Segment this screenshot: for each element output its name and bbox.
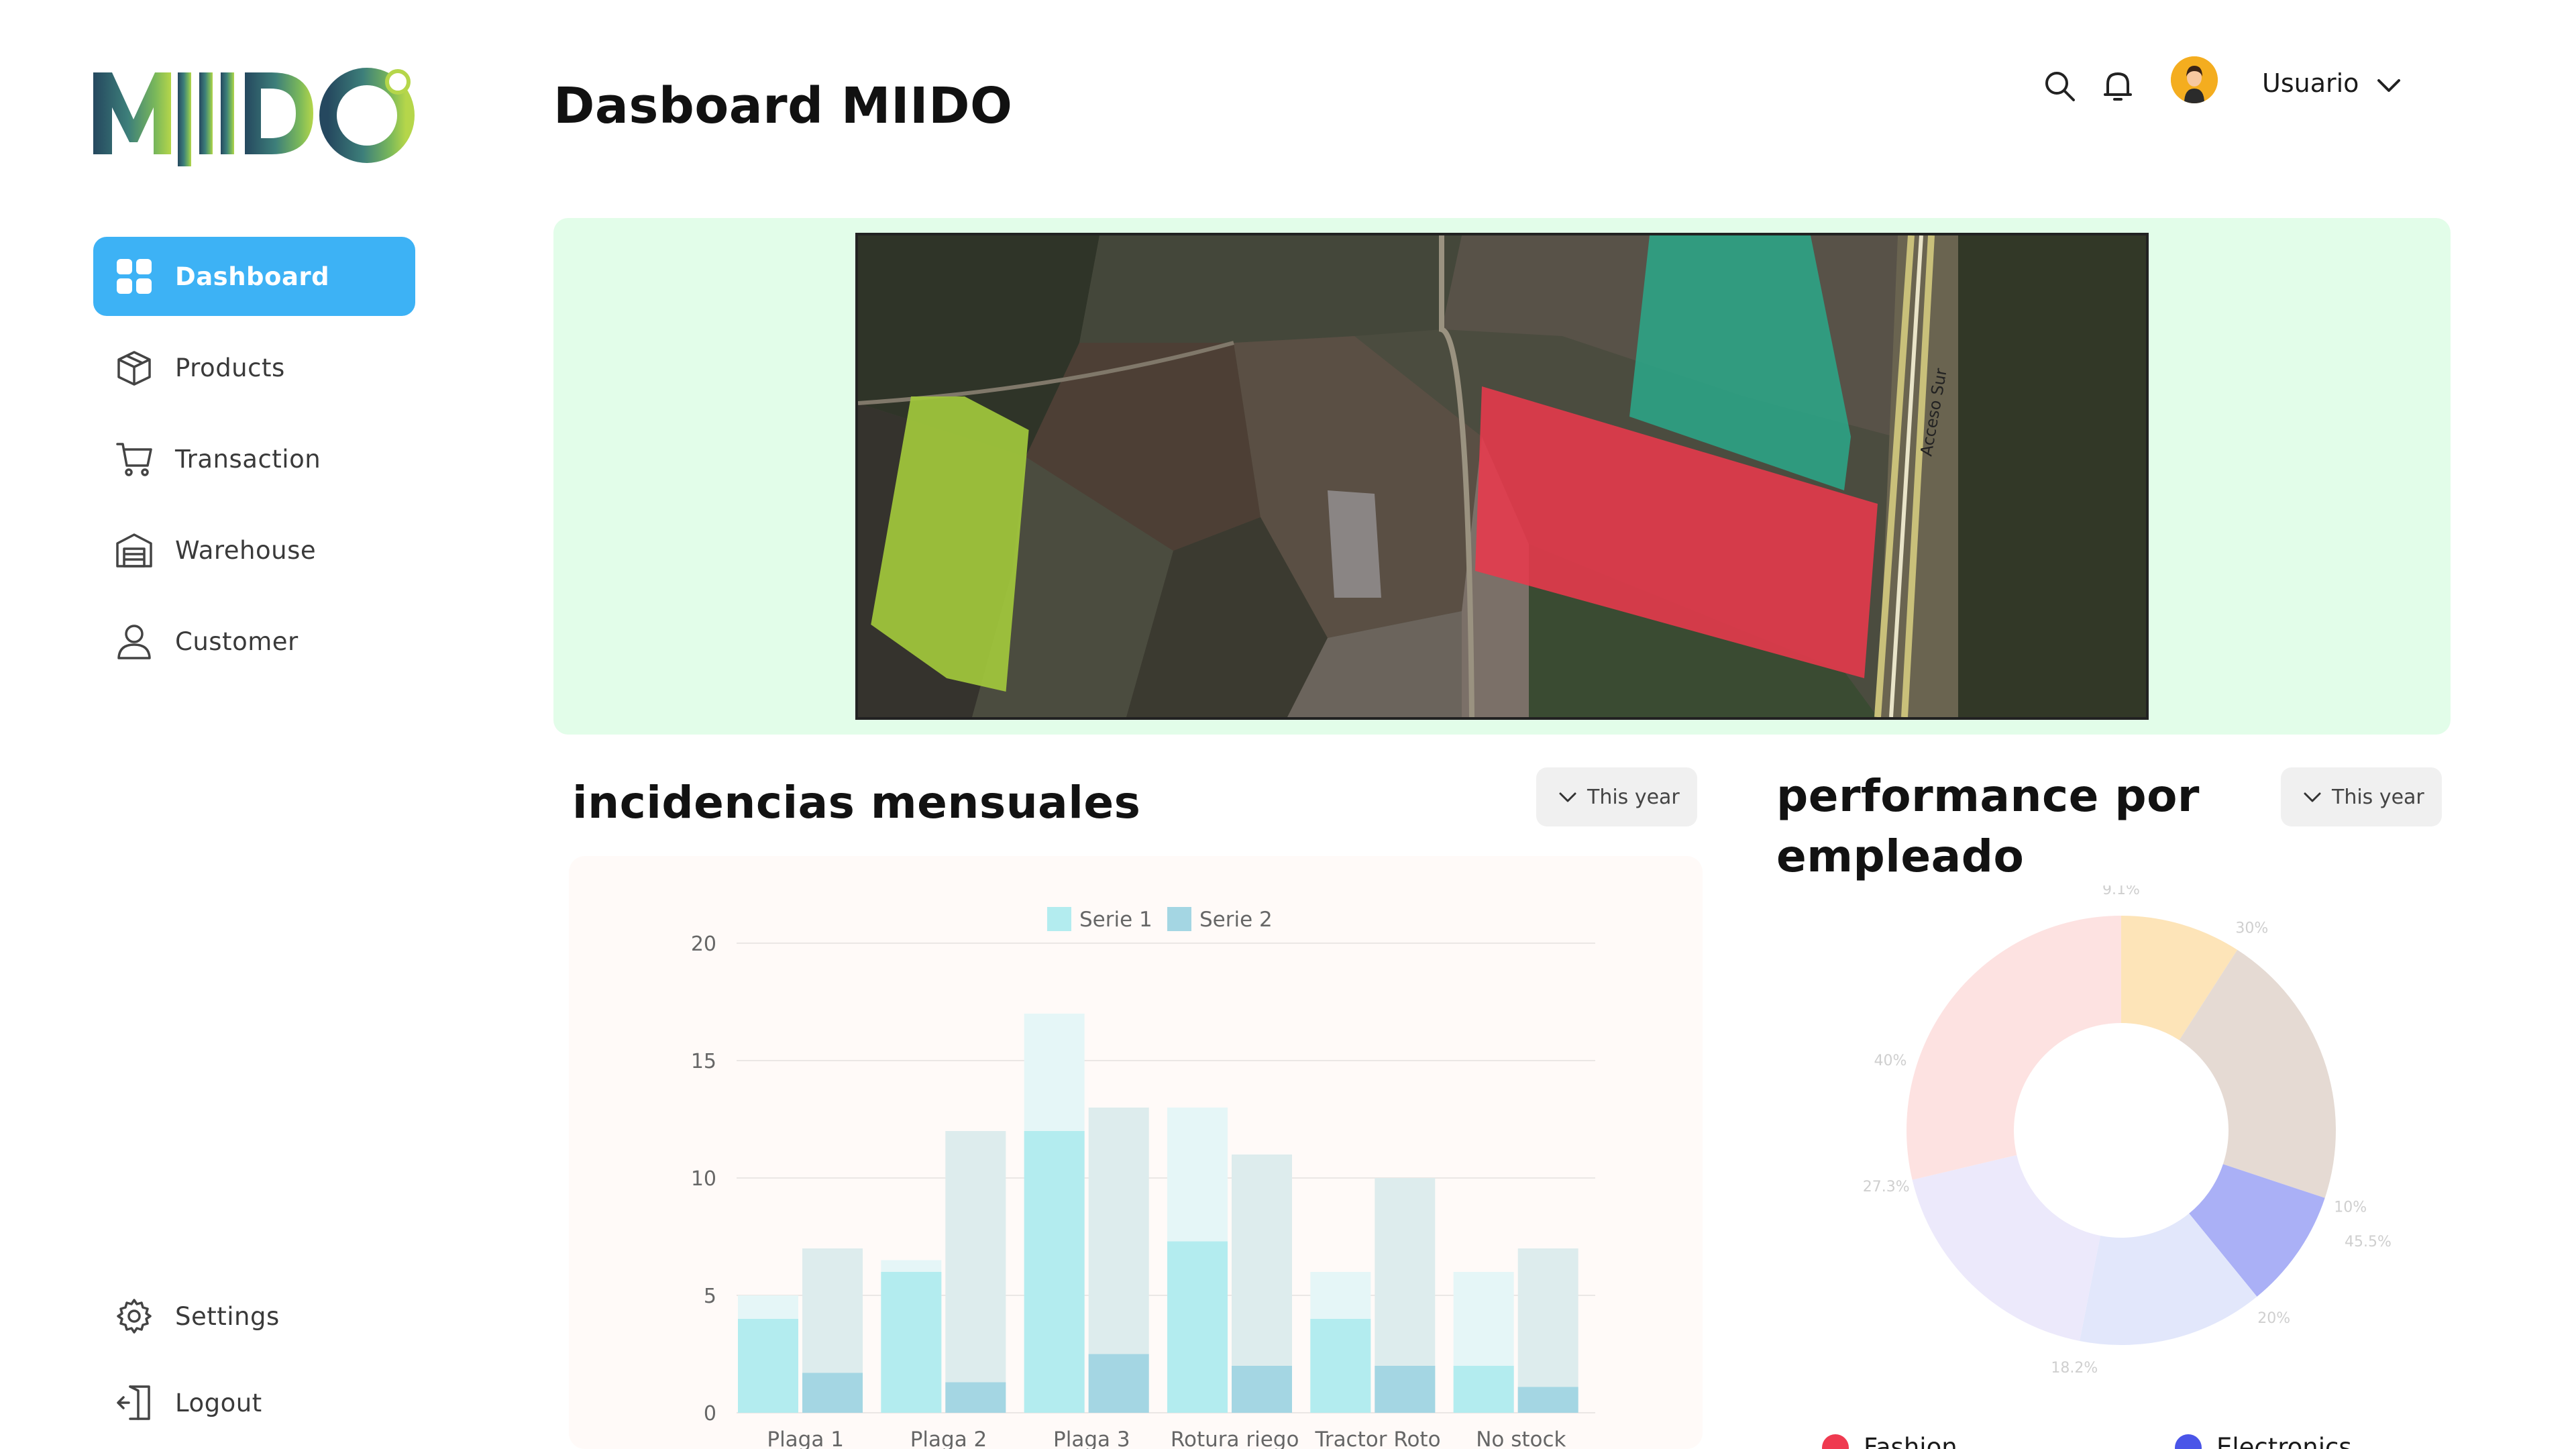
sidebar-item-label: Settings <box>175 1301 280 1331</box>
bar[interactable] <box>1310 1319 1371 1413</box>
chevron-down-icon <box>2304 792 2321 802</box>
legend-label: Electronics <box>2216 1433 2352 1449</box>
legend-label: Serie 2 <box>1199 908 1273 932</box>
chevron-down-icon[interactable] <box>2373 70 2404 101</box>
sidebar-item-label: Products <box>175 353 285 382</box>
y-tick-label: 5 <box>704 1285 716 1308</box>
sidebar-item-label: Logout <box>175 1388 262 1417</box>
miido-logo <box>93 68 415 166</box>
donut-slice-label: 18.2% <box>2051 1360 2098 1377</box>
bar[interactable] <box>1167 1241 1228 1413</box>
donut-slice[interactable] <box>1912 1155 2101 1341</box>
donut-slice-label: 27.3% <box>1863 1179 1910 1195</box>
sidebar-item-products[interactable]: Products <box>93 328 415 407</box>
performance-title-line1: performance por <box>1776 770 2200 822</box>
gear-icon <box>115 1297 154 1336</box>
x-tick-label: Tractor Roto <box>1314 1428 1440 1449</box>
sidebar-item-label: Transaction <box>175 444 321 474</box>
warehouse-icon <box>115 531 154 570</box>
search-icon[interactable] <box>2042 68 2077 103</box>
box-icon <box>115 348 154 387</box>
user-name[interactable]: Usuario <box>2262 68 2359 98</box>
bar[interactable] <box>1375 1366 1436 1413</box>
bar[interactable] <box>738 1319 798 1413</box>
sidebar-item-warehouse[interactable]: Warehouse <box>93 511 415 590</box>
donut-slice-label: 30% <box>2235 920 2268 936</box>
sidebar-item-logout[interactable]: Logout <box>93 1363 415 1442</box>
sidebar-item-settings[interactable]: Settings <box>93 1277 415 1356</box>
bar[interactable] <box>881 1272 942 1413</box>
performance-range-select[interactable]: This year <box>2281 767 2442 826</box>
legend-dot-electronics <box>2175 1434 2202 1449</box>
donut-slice-label: 10% <box>2334 1199 2367 1216</box>
y-tick-label: 0 <box>704 1402 716 1426</box>
bar[interactable] <box>802 1373 863 1413</box>
sidebar-item-label: Warehouse <box>175 535 317 565</box>
legend-electronics: Electronics <box>2175 1433 2352 1449</box>
sidebar-item-label: Dashboard <box>175 262 330 291</box>
donut-extra-label: 45.5% <box>2345 1234 2392 1250</box>
donut-extra-label: 40% <box>1874 1053 1907 1069</box>
x-tick-label: No stock <box>1476 1428 1566 1449</box>
avatar[interactable] <box>2171 56 2218 103</box>
bar-background <box>945 1131 1006 1413</box>
performance-title-line2: empleado <box>1776 830 2025 882</box>
range-label: This year <box>2332 785 2424 809</box>
cart-icon <box>115 439 154 478</box>
user-icon <box>115 622 154 661</box>
donut-slice-label: 9.1% <box>2102 885 2140 898</box>
donut-slice-label: 20% <box>2257 1310 2290 1327</box>
y-tick-label: 15 <box>691 1050 716 1073</box>
satellite-map[interactable]: Acceso Sur <box>855 233 2149 720</box>
y-tick-label: 10 <box>691 1167 716 1191</box>
grid-icon <box>115 257 154 296</box>
performance-donut-chart: 9.1% 30% 10% 20% 18.2% 27.3% 40% 45.5% <box>1863 885 2392 1377</box>
chevron-down-icon <box>1559 792 1576 802</box>
range-label: This year <box>1587 785 1680 809</box>
bar[interactable] <box>1024 1131 1085 1413</box>
legend-swatch <box>1047 907 1071 931</box>
bar[interactable] <box>1453 1366 1514 1413</box>
x-tick-label: Plaga 3 <box>1053 1428 1130 1449</box>
x-tick-label: Rotura riego <box>1171 1428 1299 1449</box>
sidebar-item-transaction[interactable]: Transaction <box>93 419 415 498</box>
x-tick-label: Plaga 2 <box>910 1428 987 1449</box>
performance-title: performance por empleado <box>1776 766 2200 887</box>
bell-icon[interactable] <box>2100 68 2135 103</box>
donut-slice[interactable] <box>1907 916 2121 1180</box>
legend-label: Fashion <box>1864 1433 1957 1449</box>
incidencias-title: incidencias mensuales <box>572 777 1141 828</box>
sidebar-item-dashboard[interactable]: Dashboard <box>93 237 415 316</box>
page-title: Dasboard MIIDO <box>553 77 1013 135</box>
sidebar-item-label: Customer <box>175 627 299 656</box>
bar[interactable] <box>1088 1354 1149 1413</box>
legend-fashion: Fashion <box>1822 1433 1957 1449</box>
incidencias-range-select[interactable]: This year <box>1536 767 1697 826</box>
bar[interactable] <box>945 1382 1006 1413</box>
x-tick-label: Plaga 1 <box>767 1428 844 1449</box>
sidebar-item-customer[interactable]: Customer <box>93 602 415 681</box>
incidencias-bar-chart: 0 5 10 15 20 Serie 1 Serie 2 Plaga 1 Plaga 2 Plag… <box>691 907 1595 1449</box>
bar[interactable] <box>1232 1366 1292 1413</box>
logout-icon <box>115 1383 154 1422</box>
bar[interactable] <box>1517 1387 1578 1413</box>
legend-swatch <box>1167 907 1191 931</box>
y-tick-label: 20 <box>691 932 716 956</box>
legend-label: Serie 1 <box>1079 908 1152 932</box>
legend-dot-fashion <box>1822 1434 1849 1449</box>
